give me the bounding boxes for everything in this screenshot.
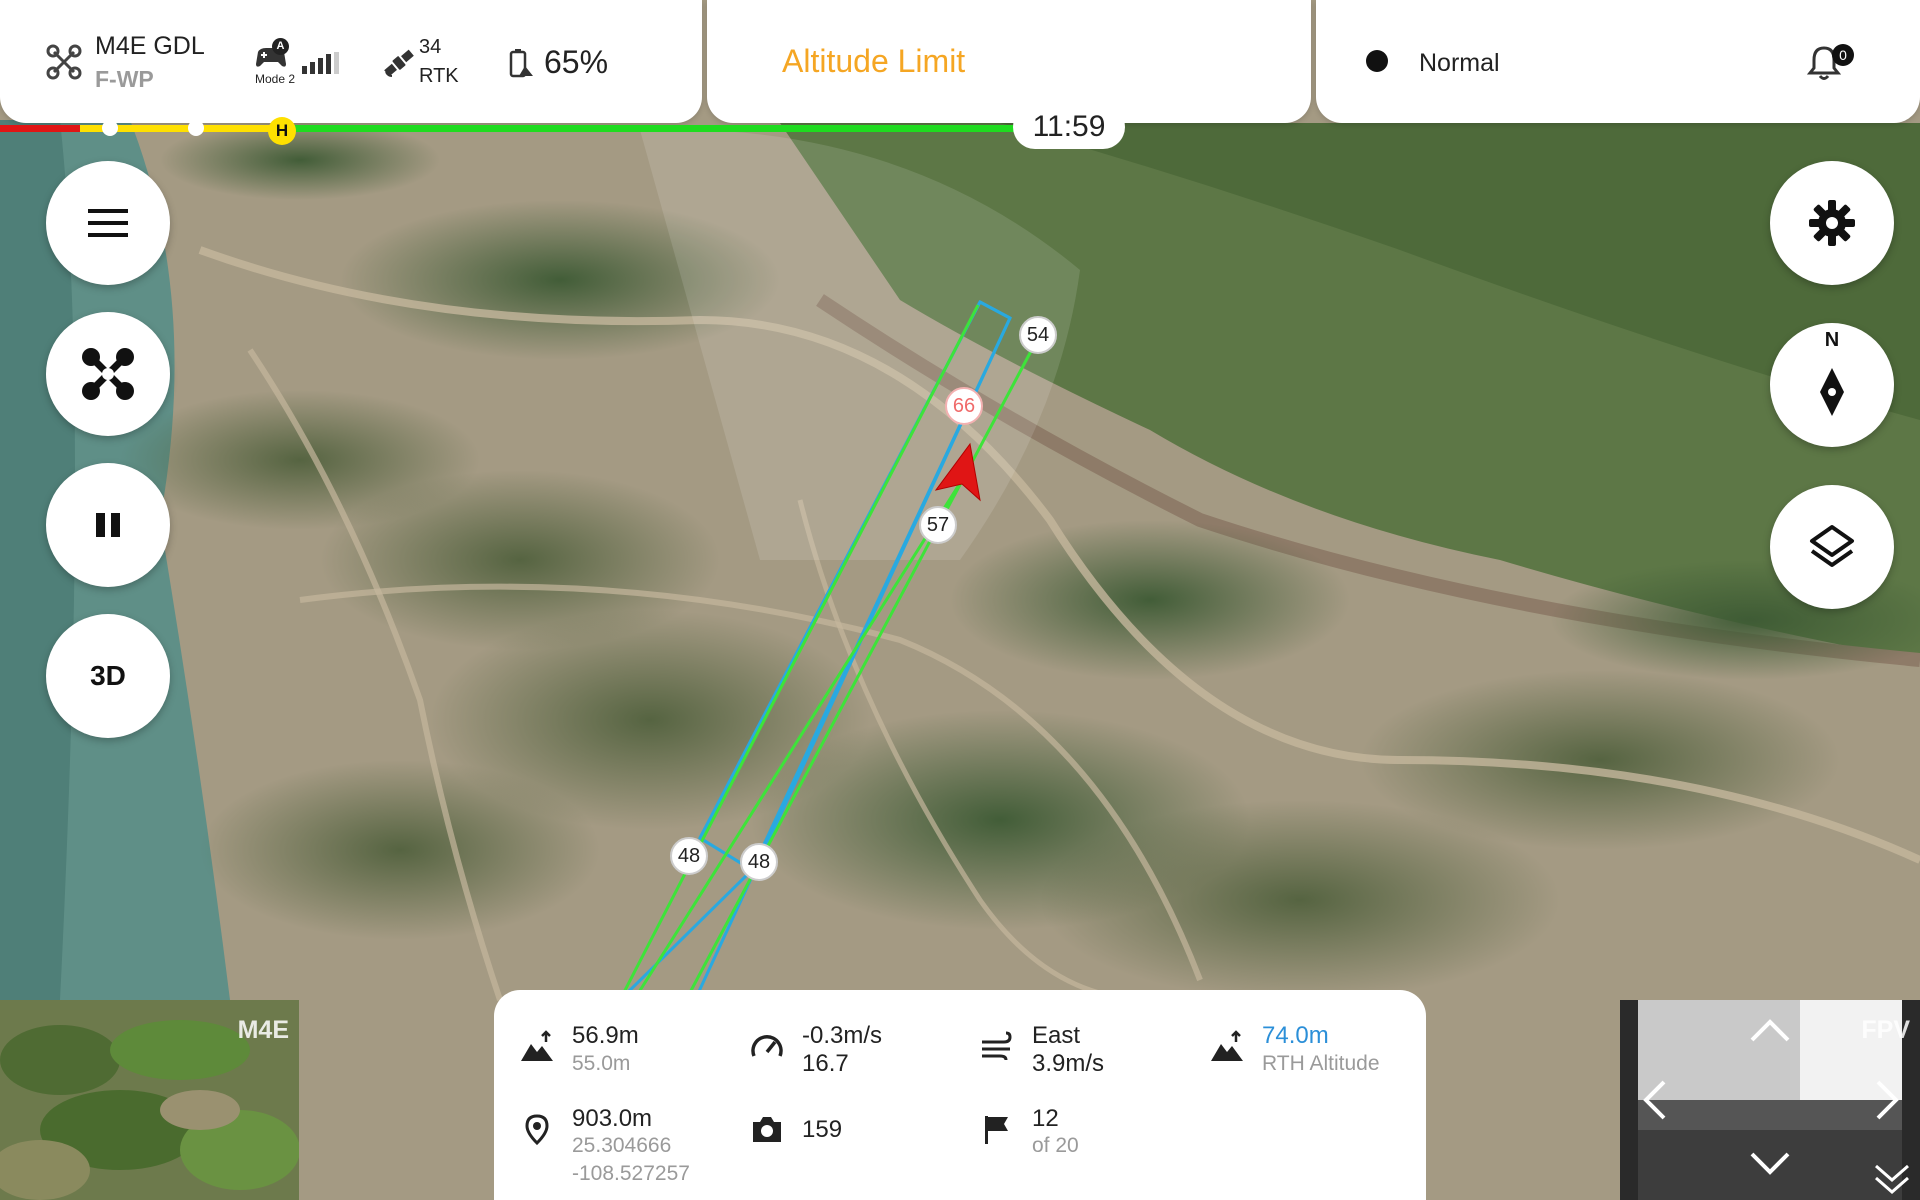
waypoint-marker[interactable]: 48 [740,843,778,881]
waypoint-marker[interactable]: 54 [1019,316,1057,354]
chevron-up-icon[interactable] [1750,1018,1790,1042]
wind-icon [982,1031,1012,1061]
compass-icon [1820,368,1844,416]
longitude: -108.527257 [572,1162,690,1185]
waypoint-marker[interactable]: 48 [670,837,708,875]
main-camera-preview[interactable]: M4E [0,1000,299,1200]
satellite-count: 34 [419,36,442,58]
battery-icon [509,49,533,78]
location-pin-icon [525,1114,549,1146]
flight-mode: Normal [1419,49,1500,77]
altitude-value: 56.9m [572,1022,639,1049]
chevron-down-icon[interactable] [1750,1152,1790,1176]
compass-north-label: N [1824,329,1840,351]
chevron-left-icon[interactable] [1642,1080,1666,1120]
rtk-status: RTK [419,65,459,87]
waypoint-marker[interactable]: 57 [919,506,957,544]
rth-altitude-label: RTH Altitude [1262,1052,1380,1075]
speedometer-icon [751,1035,783,1057]
aircraft-model: M4E GDL [95,32,205,60]
photo-count: 159 [802,1116,843,1143]
collapse-icon[interactable] [1874,1164,1910,1196]
waypoint-total: of 20 [1032,1134,1079,1157]
camera-icon [753,1117,781,1142]
battery-threshold-marker[interactable] [188,120,204,136]
alert-panel[interactable]: Altitude Limit [707,0,1311,123]
notification-count: 0 [1832,44,1854,66]
speed-value: -0.3m/s [802,1022,883,1049]
speed-sub: 16.7 [802,1050,849,1077]
flight-mode-panel[interactable]: Normal 0 [1316,0,1920,123]
satellite-icon [384,49,414,77]
pause-icon [96,513,120,537]
altitude-icon [1211,1030,1243,1061]
layers-button[interactable] [1770,485,1894,609]
wind-speed: 3.9m/s [1032,1050,1105,1077]
main-camera-label: M4E [237,1016,289,1044]
signal-bars-icon [302,52,339,74]
altitude-icon [521,1030,553,1061]
battery-threshold-marker[interactable] [102,120,118,136]
control-mode-badge: A [272,38,289,55]
waypoint-current: 12 [1032,1105,1059,1132]
remaining-flight-time: 11:59 [1013,105,1125,149]
view-3d-label: 3D [90,660,126,691]
aircraft-name: F-WP [95,66,154,92]
fpv-camera-preview[interactable]: FPV [1620,1000,1920,1200]
battery-timeline-bar: H [0,117,1015,145]
wind-direction: East [1032,1022,1081,1049]
waypoint-marker-current[interactable]: 66 [945,387,983,425]
aircraft-button[interactable] [46,312,170,436]
aircraft-status-panel[interactable]: M4E GDL F-WP A Mode 2 34 RTK 65% [0,0,702,123]
hamburger-icon [88,209,128,237]
critical-battery-segment [0,125,80,132]
menu-button[interactable] [46,161,170,285]
rth-altitude-value[interactable]: 74.0m [1262,1022,1329,1050]
controller-mode: Mode 2 [255,72,296,86]
chevron-right-icon[interactable] [1876,1080,1900,1120]
aircraft-position-icon [934,442,981,502]
settings-button[interactable] [1770,161,1894,285]
latitude: 25.304666 [572,1134,672,1157]
status-indicator-icon [1366,50,1388,72]
distance-value: 903.0m [572,1105,653,1132]
compass-button[interactable]: N [1770,323,1894,447]
telemetry-panel: 56.9m 55.0m -0.3m/s 16.7 East 3.9m/s 74.… [494,990,1426,1200]
altitude-sub: 55.0m [572,1052,631,1075]
flag-icon [985,1116,1008,1144]
battery-percentage: 65% [544,44,609,80]
drone-icon [46,44,82,80]
layers-icon [1810,525,1854,567]
pause-button[interactable] [46,463,170,587]
alert-message: Altitude Limit [782,43,966,79]
fpv-camera-label: FPV [1861,1016,1910,1044]
view-3d-button[interactable]: 3D [46,614,170,738]
gear-icon [1809,200,1855,246]
remaining-battery-segment [280,125,1015,132]
home-return-marker: H [268,117,296,145]
drone-icon [82,348,134,400]
